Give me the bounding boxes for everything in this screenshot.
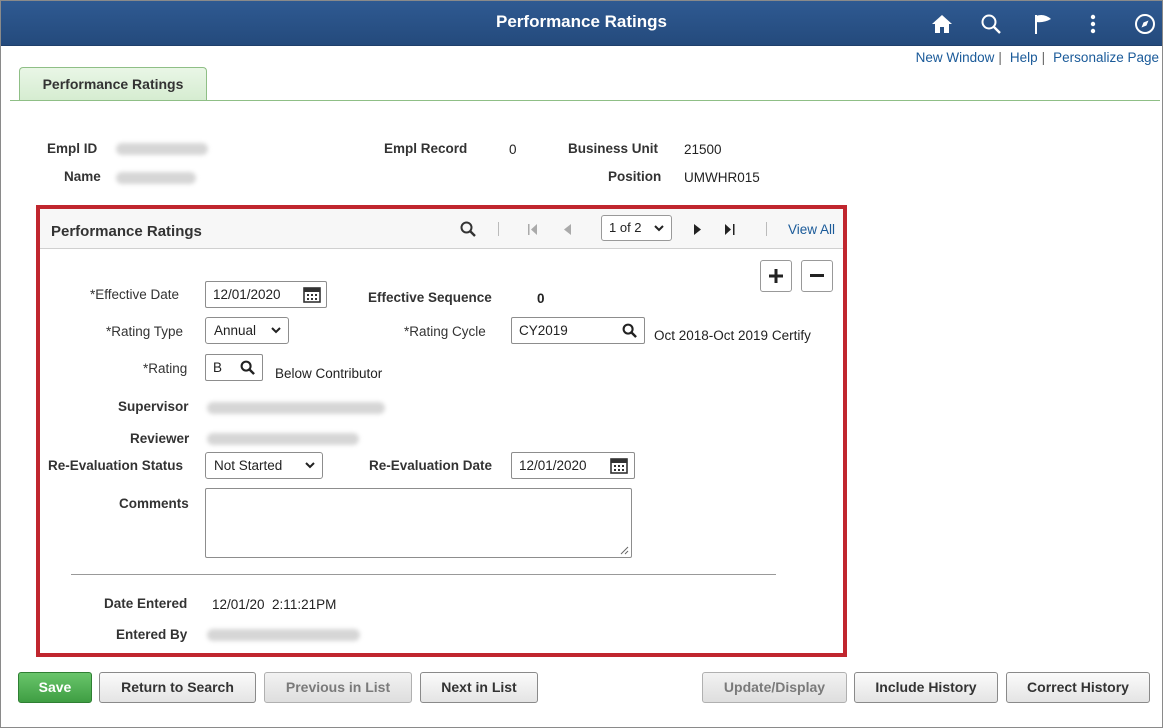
delete-row-button[interactable] (801, 260, 833, 292)
effective-sequence-value: 0 (537, 291, 545, 306)
reviewer-label: Reviewer (130, 431, 190, 446)
rating-cycle-label: *Rating Cycle (404, 324, 486, 339)
new-window-link[interactable]: New Window (916, 50, 995, 65)
include-history-button[interactable]: Include History (854, 672, 998, 703)
top-links: New Window | Help | Personalize Page (915, 50, 1159, 65)
page-banner: Performance Ratings (0, 0, 1163, 46)
chevron-down-icon (271, 327, 281, 334)
calendar-icon[interactable] (301, 284, 323, 304)
next-in-list-button[interactable]: Next in List (420, 672, 538, 703)
comments-label: Comments (119, 496, 189, 511)
empl-id-label: Empl ID (47, 141, 98, 156)
row-pager-select[interactable]: 1 of 2 (601, 215, 672, 241)
name-label: Name (64, 169, 101, 184)
calendar-icon[interactable] (608, 455, 630, 475)
entered-by-value-redacted (207, 629, 360, 641)
chevron-down-icon (305, 462, 315, 469)
pager-value: 1 of 2 (609, 220, 642, 235)
grid-title: Performance Ratings (51, 223, 202, 240)
previous-row-icon (561, 217, 573, 241)
tab-divider (10, 100, 1160, 101)
chevron-down-icon (654, 225, 664, 232)
next-row-icon[interactable] (691, 217, 703, 241)
effective-date-label: *Effective Date (90, 287, 180, 302)
rating-type-value: Annual (214, 323, 257, 338)
update-display-button[interactable]: Update/Display (702, 672, 847, 703)
reviewer-value-redacted (207, 433, 359, 445)
rating-type-select[interactable]: Annual (205, 317, 289, 344)
correct-history-button[interactable]: Correct History (1006, 672, 1150, 703)
personalize-page-link[interactable]: Personalize Page (1053, 50, 1159, 65)
rating-label: *Rating (143, 361, 188, 376)
empl-record-label: Empl Record (384, 141, 468, 156)
date-entered-value: 12/01/20 2:11:21PM (212, 597, 337, 612)
home-icon[interactable] (929, 10, 955, 38)
effective-date-value: 12/01/2020 (213, 287, 281, 302)
return-to-search-button[interactable]: Return to Search (99, 672, 256, 703)
tab-performance-ratings[interactable]: Performance Ratings (19, 67, 207, 101)
business-unit-label: Business Unit (568, 141, 659, 156)
previous-in-list-button[interactable]: Previous in List (264, 672, 412, 703)
add-row-button[interactable] (760, 260, 792, 292)
rating-cycle-value: CY2019 (519, 323, 568, 338)
resize-handle-icon[interactable] (620, 546, 629, 555)
last-row-icon[interactable] (723, 217, 737, 241)
effective-sequence-label: Effective Sequence (368, 290, 492, 305)
grid-search-icon[interactable] (458, 217, 478, 241)
re-evaluation-date-value: 12/01/2020 (519, 458, 587, 473)
name-value-redacted (116, 172, 196, 184)
rating-cycle-description: Oct 2018-Oct 2019 Certify (654, 328, 811, 343)
date-entered-label: Date Entered (104, 596, 188, 611)
supervisor-label: Supervisor (118, 399, 189, 414)
grid-header: Performance Ratings 1 of 2 View All (40, 209, 843, 249)
more-vertical-icon[interactable] (1080, 10, 1106, 38)
rating-type-label: *Rating Type (106, 324, 184, 339)
rating-cycle-lookup-icon[interactable] (620, 321, 638, 339)
re-evaluation-status-label: Re-Evaluation Status (48, 458, 184, 473)
position-label: Position (608, 169, 662, 184)
rating-lookup-icon[interactable] (238, 358, 256, 376)
empl-record-value: 0 (509, 142, 517, 157)
search-icon[interactable] (978, 10, 1004, 38)
compass-icon[interactable] (1132, 10, 1158, 38)
entered-by-label: Entered By (116, 627, 188, 642)
rating-description: Below Contributor (275, 366, 383, 381)
re-evaluation-status-select[interactable]: Not Started (205, 452, 323, 479)
flag-icon[interactable] (1030, 10, 1056, 38)
supervisor-value-redacted (207, 402, 385, 414)
first-row-icon (526, 217, 540, 241)
position-value: UMWHR015 (684, 170, 760, 185)
empl-id-value-redacted (116, 143, 208, 155)
rating-value: B (213, 360, 223, 375)
view-all-link[interactable]: View All (788, 222, 835, 237)
divider (71, 574, 776, 575)
comments-textarea[interactable] (205, 488, 632, 558)
re-evaluation-status-value: Not Started (214, 458, 283, 473)
business-unit-value: 21500 (684, 142, 722, 157)
re-evaluation-date-label: Re-Evaluation Date (369, 458, 493, 473)
save-button[interactable]: Save (18, 672, 92, 703)
help-link[interactable]: Help (1010, 50, 1038, 65)
